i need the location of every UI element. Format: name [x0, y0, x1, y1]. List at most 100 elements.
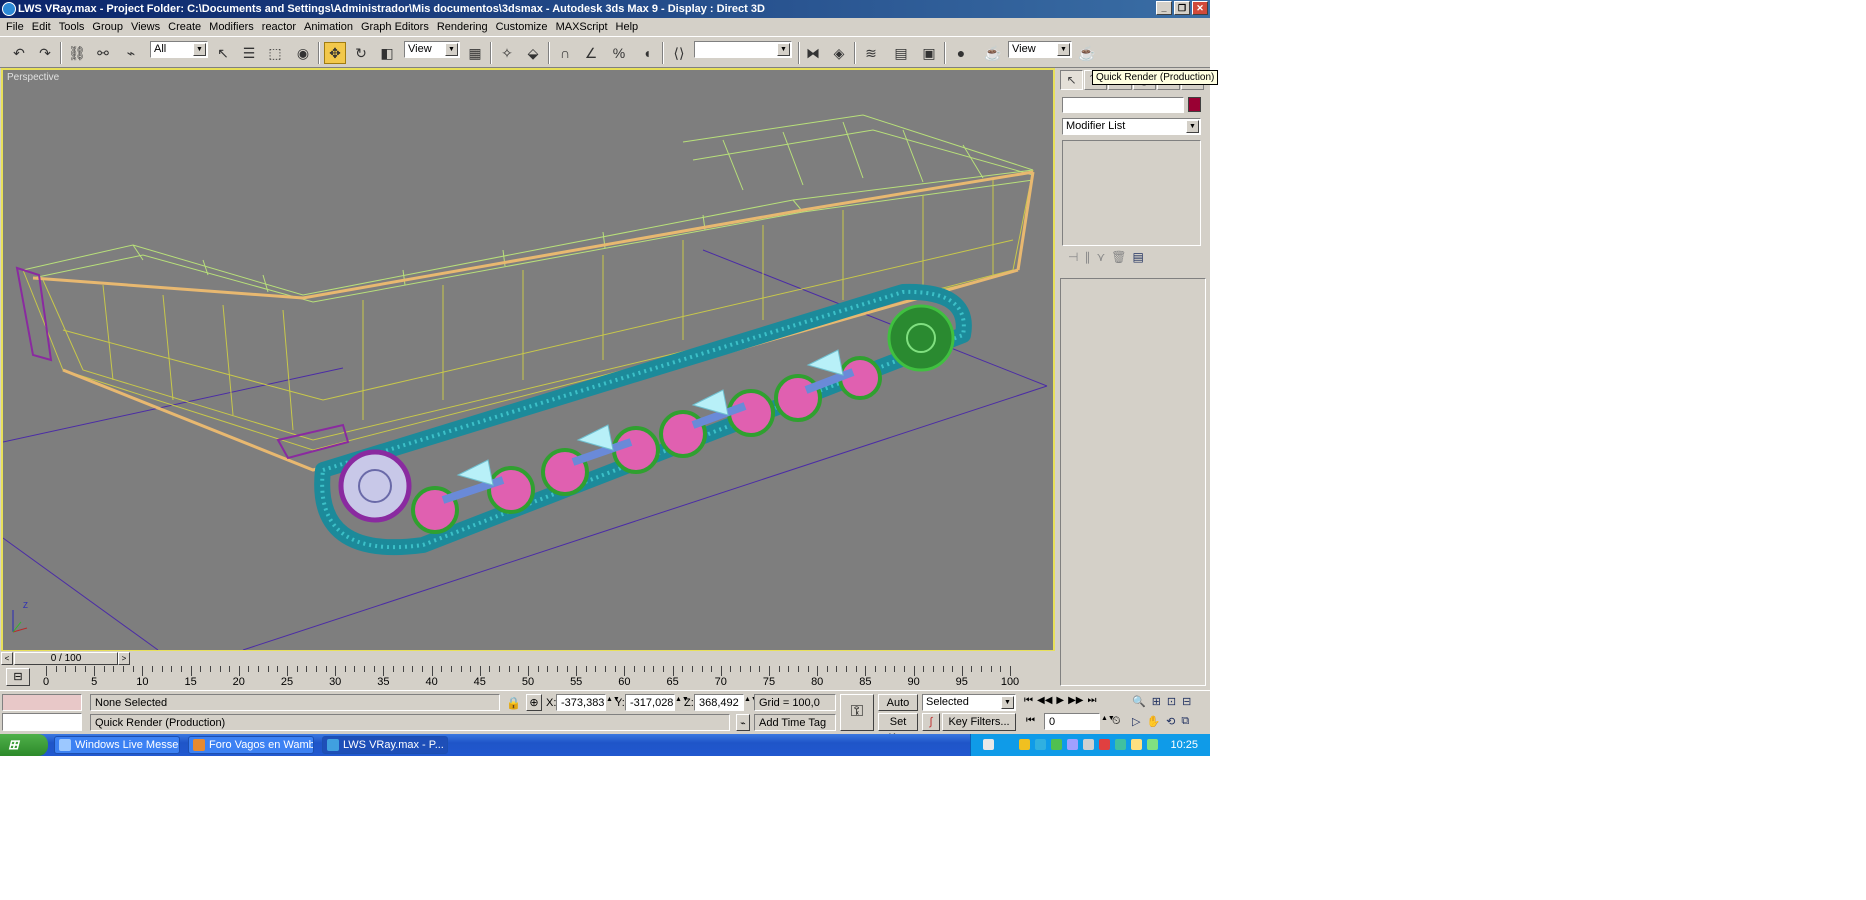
maxscript-input-mini[interactable]: [2, 713, 82, 731]
set-key-icon[interactable]: ⚿: [840, 694, 874, 731]
restore-button[interactable]: ❐: [1174, 1, 1190, 15]
show-end-result-icon[interactable]: ∥: [1084, 250, 1090, 270]
select-link-icon[interactable]: ⛓: [66, 42, 88, 64]
absolute-mode-icon[interactable]: ⊕: [526, 694, 542, 711]
menu-views[interactable]: Views: [127, 18, 164, 36]
key-tangent-icon[interactable]: ∫: [922, 713, 940, 731]
curve-editor-icon[interactable]: ▤: [890, 42, 912, 64]
track-bar[interactable]: ⊟ 0 5 10 15 20 25 30 35 40 45 50 55 60 65 70 75 80 85 90 95…: [0, 666, 1056, 690]
menu-file[interactable]: File: [2, 18, 28, 36]
time-slider-thumb[interactable]: 0 / 100: [14, 652, 118, 665]
region-select-icon[interactable]: ⬚: [264, 42, 286, 64]
object-name-field[interactable]: [1062, 97, 1184, 113]
snaps-toggle-icon[interactable]: ∩: [554, 42, 576, 64]
schematic-view-icon[interactable]: ▣: [918, 42, 940, 64]
sound-icon[interactable]: [1067, 739, 1078, 750]
pan-icon[interactable]: ✋: [1146, 715, 1160, 728]
maxscript-listener-mini[interactable]: [2, 694, 82, 711]
keyboard-icon[interactable]: [983, 739, 994, 750]
zoom-extents-icon[interactable]: ⊡: [1167, 695, 1176, 708]
menu-tools[interactable]: Tools: [55, 18, 89, 36]
align-icon[interactable]: ◈: [828, 42, 850, 64]
menu-edit[interactable]: Edit: [28, 18, 55, 36]
key-filters-button[interactable]: Key Filters...: [942, 713, 1016, 731]
zoom-extents-all-icon[interactable]: ⊟: [1182, 695, 1191, 708]
previous-frame-icon[interactable]: ◀◀: [1037, 695, 1052, 712]
select-object-icon[interactable]: ↖: [212, 42, 234, 64]
keyboard-shortcut-icon[interactable]: ⬙: [522, 42, 544, 64]
selection-filter-dropdown[interactable]: All ▼: [150, 41, 208, 58]
manipulate-icon[interactable]: ✧: [496, 42, 518, 64]
time-slider[interactable]: < 0 / 100 >: [0, 651, 1056, 666]
x-coordinate-field[interactable]: -373,383: [556, 694, 606, 711]
time-tag-icon[interactable]: ⌁: [736, 714, 750, 731]
security-icon[interactable]: [1019, 739, 1030, 750]
edit-named-selection-icon[interactable]: ⟨⟩: [668, 42, 690, 64]
remove-modifier-icon[interactable]: 🗑: [1111, 250, 1126, 270]
set-key-button[interactable]: Set Key: [878, 713, 918, 744]
antivirus-icon[interactable]: [1099, 739, 1110, 750]
maximize-viewport-icon[interactable]: ⧉: [1181, 715, 1189, 728]
next-frame-icon[interactable]: ▶▶: [1068, 695, 1083, 712]
menu-help[interactable]: Help: [612, 18, 643, 36]
open-mini-curve-editor-icon[interactable]: ⊟: [6, 668, 30, 686]
create-tab-icon[interactable]: ↖: [1060, 70, 1084, 90]
z-coordinate-field[interactable]: 368,492: [694, 694, 744, 711]
percent-snap-icon[interactable]: %: [608, 42, 630, 64]
menu-create[interactable]: Create: [164, 18, 205, 36]
key-mode-toggle-icon[interactable]: ⏮: [1026, 715, 1035, 726]
menu-rendering[interactable]: Rendering: [433, 18, 492, 36]
usb-icon[interactable]: [1131, 739, 1142, 750]
command-rollout-area[interactable]: [1060, 278, 1206, 686]
menu-animation[interactable]: Animation: [300, 18, 357, 36]
go-to-start-icon[interactable]: ⏮: [1024, 695, 1033, 712]
auto-key-button[interactable]: Auto Key: [878, 694, 918, 725]
zoom-icon[interactable]: 🔍: [1132, 695, 1146, 708]
viewport-label[interactable]: Perspective: [7, 72, 59, 83]
key-mode-dropdown[interactable]: Selected ▼: [922, 694, 1016, 711]
current-frame-field[interactable]: 0: [1044, 713, 1100, 730]
messenger-tray-icon[interactable]: [1115, 739, 1126, 750]
render-scene-icon[interactable]: ☕: [982, 42, 1004, 64]
taskbar-item-3dsmax[interactable]: LWS VRay.max - P...: [322, 736, 448, 754]
window-crossing-icon[interactable]: ◉: [292, 42, 314, 64]
modifier-list-dropdown[interactable]: Modifier List ▼: [1062, 118, 1201, 135]
undo-icon[interactable]: ↶: [8, 42, 30, 64]
unlink-icon[interactable]: ⚯: [92, 42, 114, 64]
modifier-stack[interactable]: [1062, 140, 1201, 246]
reference-coordinate-dropdown[interactable]: View ▼: [404, 41, 460, 58]
time-slider-prev-icon[interactable]: <: [1, 652, 13, 665]
play-icon[interactable]: ▶: [1056, 695, 1064, 712]
pivot-center-icon[interactable]: ▦: [464, 42, 486, 64]
menu-maxscript[interactable]: MAXScript: [552, 18, 612, 36]
go-to-end-icon[interactable]: ⏭: [1087, 695, 1096, 712]
make-unique-icon[interactable]: ⋎: [1096, 250, 1105, 270]
configure-modifier-sets-icon[interactable]: ▤: [1132, 250, 1143, 270]
object-color-swatch[interactable]: [1188, 97, 1201, 112]
menu-customize[interactable]: Customize: [492, 18, 552, 36]
battery-icon[interactable]: [1147, 739, 1158, 750]
layer-manager-icon[interactable]: ≋: [860, 42, 882, 64]
material-editor-icon[interactable]: ●: [950, 42, 972, 64]
update-icon[interactable]: [1051, 739, 1062, 750]
lock-selection-icon[interactable]: 🔒: [506, 696, 521, 710]
render-view-dropdown[interactable]: View ▼: [1008, 41, 1072, 58]
minimize-button[interactable]: _: [1156, 1, 1172, 15]
quick-render-icon[interactable]: ☕: [1076, 42, 1098, 64]
time-configuration-icon[interactable]: ⏲: [1112, 715, 1121, 728]
add-time-tag[interactable]: Add Time Tag: [754, 714, 836, 731]
menu-group[interactable]: Group: [88, 18, 127, 36]
field-of-view-icon[interactable]: ▷: [1132, 715, 1140, 728]
close-button[interactable]: ✕: [1192, 1, 1208, 15]
select-by-name-icon[interactable]: ☰: [238, 42, 260, 64]
redo-icon[interactable]: ↷: [34, 42, 56, 64]
bind-space-warp-icon[interactable]: ⌁: [120, 42, 142, 64]
printer-icon[interactable]: [1083, 739, 1094, 750]
time-slider-next-icon[interactable]: >: [118, 652, 130, 665]
arc-rotate-icon[interactable]: ⟲: [1166, 715, 1175, 728]
menu-reactor[interactable]: reactor: [258, 18, 300, 36]
taskbar-item-messenger[interactable]: Windows Live Messen...: [54, 736, 180, 754]
select-scale-icon[interactable]: ◧: [376, 42, 398, 64]
menu-graph-editors[interactable]: Graph Editors: [357, 18, 433, 36]
start-button[interactable]: ⊞: [0, 734, 48, 756]
